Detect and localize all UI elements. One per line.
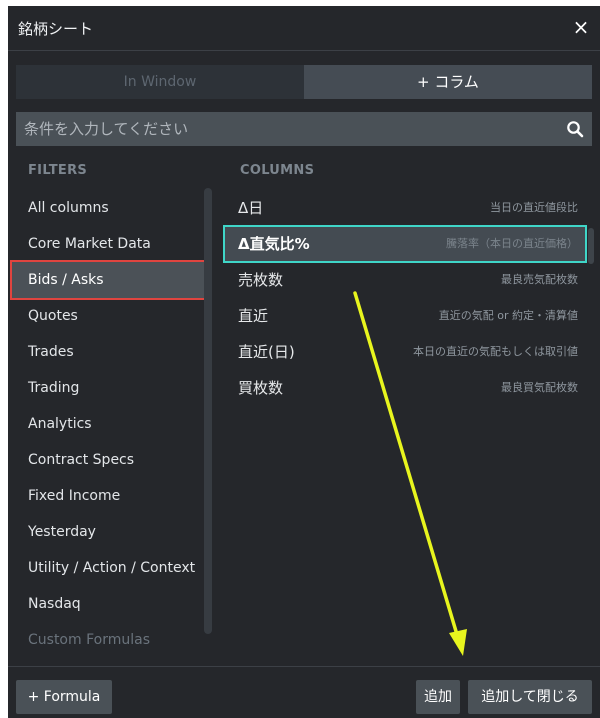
filter-trading[interactable]: Trading <box>12 370 204 406</box>
columns-header: COLUMNS <box>240 163 315 178</box>
filter-quotes[interactable]: Quotes <box>12 298 204 334</box>
column-scrollbar[interactable] <box>588 228 594 264</box>
column-name: Δ直気比% <box>238 235 310 253</box>
column-name: 買枚数 <box>238 379 284 397</box>
filter-contract-specs[interactable]: Contract Specs <box>12 442 204 478</box>
column-name: Δ日 <box>238 199 264 217</box>
close-icon[interactable]: × <box>570 16 592 38</box>
add-formula-button[interactable]: + Formula <box>16 680 112 714</box>
search-icon[interactable] <box>566 120 584 138</box>
filter-fixed-income[interactable]: Fixed Income <box>12 478 204 514</box>
column-name: 売枚数 <box>238 271 284 289</box>
filter-yesterday[interactable]: Yesterday <box>12 514 204 550</box>
dialog-title: 銘柄シート <box>18 20 94 38</box>
filter-all-columns[interactable]: All columns <box>12 190 204 226</box>
column-description: 最良売気配枚数 <box>501 273 578 286</box>
column-item[interactable]: 売枚数 最良売気配枚数 <box>224 262 586 298</box>
filter-nasdaq[interactable]: Nasdaq <box>12 586 204 622</box>
tab-in-window[interactable]: In Window <box>16 65 304 99</box>
filter-bids-asks[interactable]: Bids / Asks <box>10 260 206 300</box>
column-item-selected[interactable]: Δ直気比% 騰落率（本日の直近価格） <box>223 225 587 263</box>
filter-analytics[interactable]: Analytics <box>12 406 204 442</box>
column-picker-dialog: 銘柄シート × In Window + コラム FILTERS COLUMNS … <box>8 6 600 718</box>
tab-add-column[interactable]: + コラム <box>304 65 592 99</box>
filter-scrollbar[interactable] <box>204 188 212 634</box>
column-item[interactable]: 買枚数 最良買気配枚数 <box>224 370 586 406</box>
column-item[interactable]: Δ日 当日の直近値段比 <box>224 190 586 226</box>
column-description: 最良買気配枚数 <box>501 381 578 394</box>
filter-custom-formulas[interactable]: Custom Formulas <box>12 622 204 658</box>
column-name: 直近(日) <box>238 343 295 361</box>
search-input[interactable] <box>16 112 556 146</box>
filter-trades[interactable]: Trades <box>12 334 204 370</box>
add-button[interactable]: 追加 <box>416 680 460 714</box>
filter-core-market-data[interactable]: Core Market Data <box>12 226 204 262</box>
title-bar: 銘柄シート × <box>8 6 600 50</box>
column-description: 当日の直近値段比 <box>490 201 578 214</box>
title-divider <box>8 50 600 51</box>
filters-header: FILTERS <box>28 163 88 178</box>
footer: + Formula 追加 追加して閉じる <box>8 666 600 718</box>
tab-bar: In Window + コラム <box>16 65 592 99</box>
search-bar <box>16 112 592 146</box>
column-name: 直近 <box>238 307 269 325</box>
column-description: 騰落率（本日の直近価格） <box>446 237 578 250</box>
column-item[interactable]: 直近(日) 本日の直近の気配もしくは取引値 <box>224 334 586 370</box>
column-description: 直近の気配 or 約定・清算値 <box>438 309 578 322</box>
column-item[interactable]: 直近 直近の気配 or 約定・清算値 <box>224 298 586 334</box>
add-and-close-button[interactable]: 追加して閉じる <box>468 680 592 714</box>
filter-utility-action-context[interactable]: Utility / Action / Context <box>12 550 204 586</box>
column-description: 本日の直近の気配もしくは取引値 <box>413 345 578 358</box>
